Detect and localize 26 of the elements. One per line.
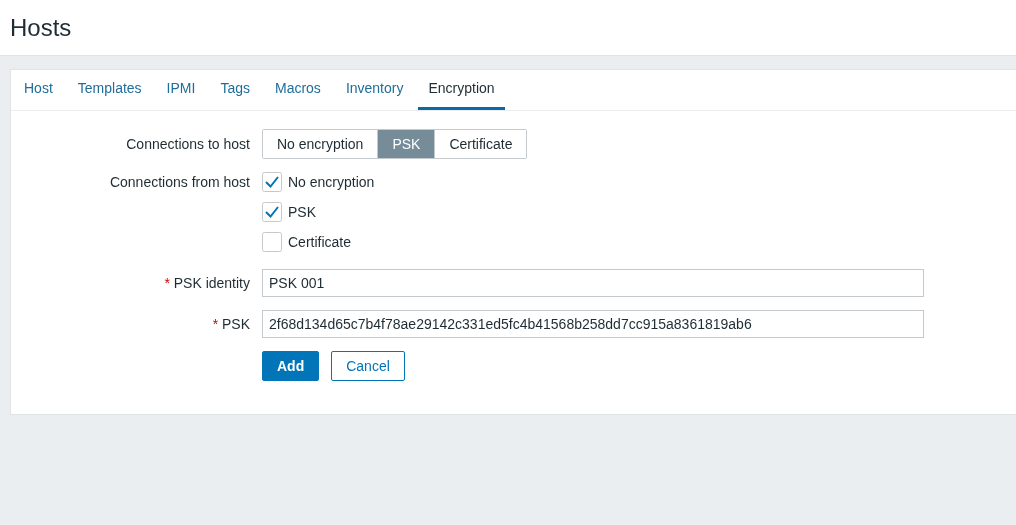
field-label: Connections from host <box>108 173 251 190</box>
checkbox[interactable] <box>262 202 282 222</box>
required-mark: * <box>212 316 219 332</box>
tab[interactable]: Macros <box>264 70 331 110</box>
field-label: PSK <box>222 316 250 332</box>
required-mark: * <box>164 275 170 291</box>
input-field[interactable]: PSK 001 <box>262 269 924 297</box>
segment-option[interactable]: PSK <box>378 130 436 158</box>
checkbox-label: No encryption <box>288 174 375 190</box>
cancel-button[interactable]: Cancel <box>331 351 405 381</box>
tab[interactable]: Inventory <box>335 70 414 110</box>
page-title: Hosts <box>10 13 72 42</box>
checkbox[interactable] <box>262 232 282 252</box>
tab[interactable]: Host <box>14 70 63 110</box>
input-field[interactable]: 2f68d134d65c7b4f78ae29142c331ed5fc4b41568b258dd7cc915a8361819ab6 <box>262 310 924 338</box>
checkbox-label: Certificate <box>288 234 352 250</box>
tab[interactable]: Encryption <box>418 70 505 110</box>
checkbox-label: PSK <box>288 204 316 220</box>
segment-option[interactable]: No encryption <box>263 130 379 158</box>
tab[interactable]: Templates <box>67 70 152 110</box>
field-label: Connections to host <box>125 136 251 152</box>
tab[interactable]: IPMI <box>156 70 206 110</box>
add-button[interactable]: Add <box>262 351 320 381</box>
tab[interactable]: Tags <box>210 70 260 110</box>
checkbox[interactable] <box>262 172 282 192</box>
field-label: PSK identity <box>173 275 250 291</box>
